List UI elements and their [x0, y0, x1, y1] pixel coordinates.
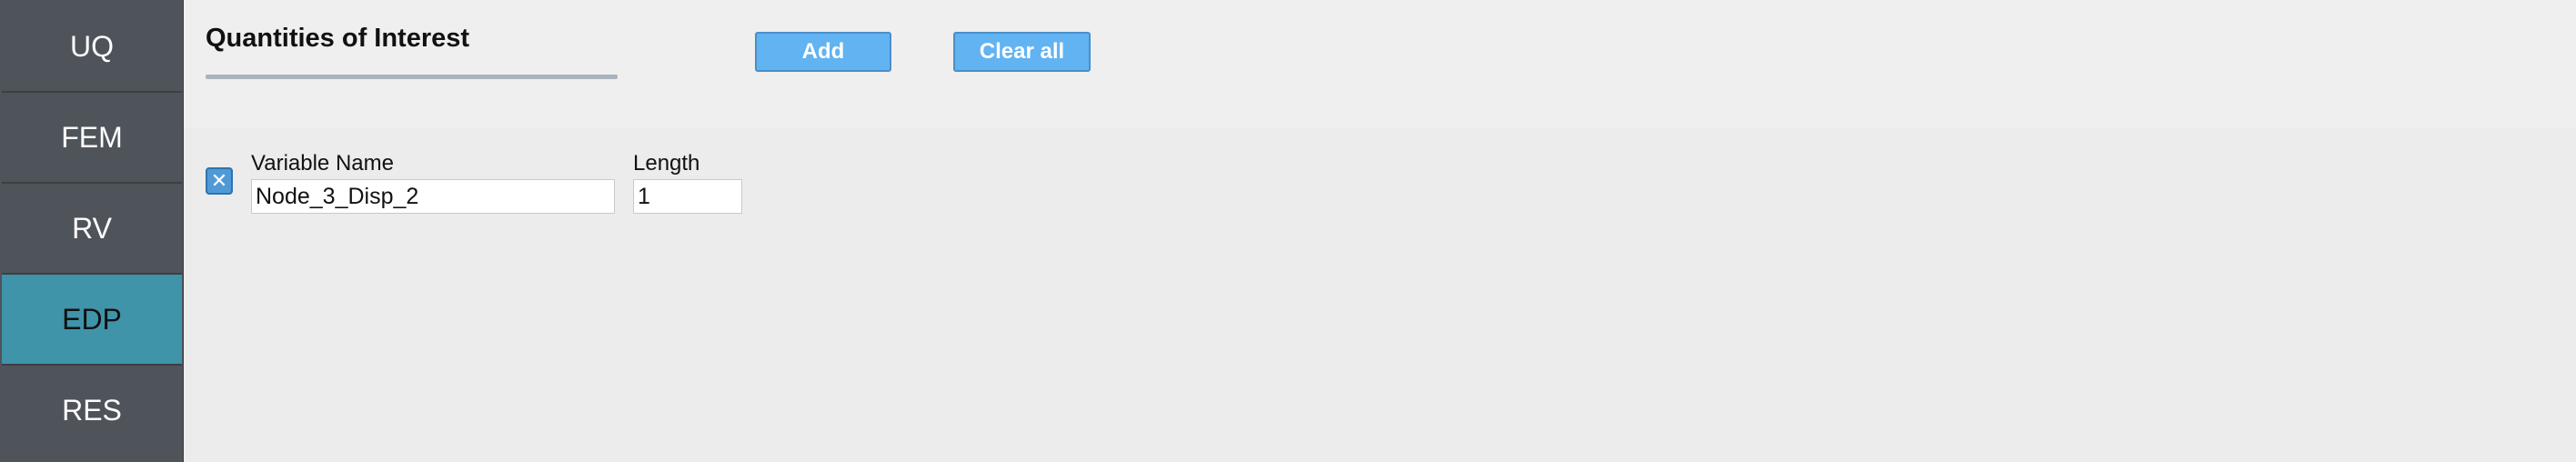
- length-label: Length: [633, 151, 700, 176]
- title-underline: [206, 75, 618, 79]
- sidebar-item-label: EDP: [62, 302, 122, 336]
- close-icon: ✕: [210, 169, 228, 192]
- length-input[interactable]: [633, 179, 742, 214]
- sidebar-item-fem[interactable]: FEM: [2, 93, 182, 182]
- sidebar-item-edp[interactable]: EDP: [2, 275, 182, 364]
- add-button[interactable]: Add: [755, 32, 891, 72]
- section-title: Quantities of Interest: [206, 24, 470, 53]
- sidebar-item-label: RES: [62, 393, 122, 427]
- sidebar-item-rv[interactable]: RV: [2, 184, 182, 273]
- sidebar-item-uq[interactable]: UQ: [2, 2, 182, 91]
- sidebar-item-label: UQ: [70, 29, 114, 63]
- variable-name-label: Variable Name: [251, 151, 394, 176]
- sidebar: UQ FEM RV EDP RES: [0, 0, 184, 462]
- sidebar-item-res[interactable]: RES: [2, 366, 182, 455]
- qoi-header: Quantities of Interest Add Clear all: [184, 0, 2576, 127]
- app-window: UQ FEM RV EDP RES Quantities of Interest…: [0, 0, 2576, 462]
- main-panel: Quantities of Interest Add Clear all ✕ V…: [184, 0, 2576, 462]
- sidebar-item-label: FEM: [61, 120, 123, 154]
- variable-name-input[interactable]: [251, 179, 615, 214]
- sidebar-item-label: RV: [72, 211, 112, 245]
- clear-all-button[interactable]: Clear all: [953, 32, 1091, 72]
- remove-checkbox[interactable]: ✕: [206, 167, 233, 195]
